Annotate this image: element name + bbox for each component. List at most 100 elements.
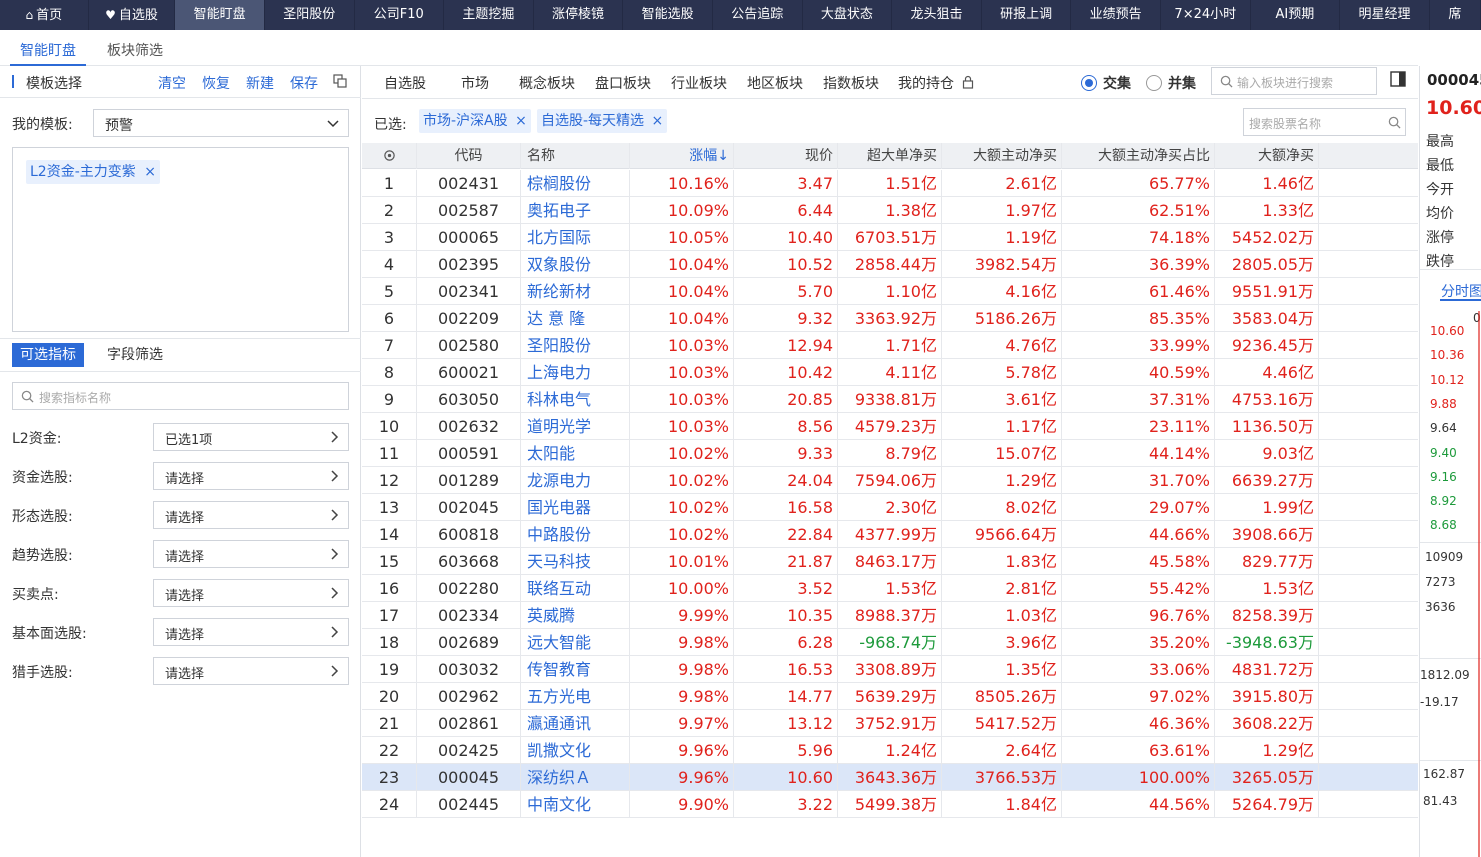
table-row[interactable]: 16 002280 联络互动 10.00% 3.52 1.53亿 2.81亿 55.42% 1.… [362, 575, 1418, 602]
subtab-smart-watch[interactable]: 智能盯盘 [20, 40, 76, 60]
table-row[interactable]: 19 003032 传智教育 9.98% 16.53 3308.89万 1.35亿 33.06… [362, 656, 1418, 683]
nav-item-15[interactable]: 明星经理 [1340, 0, 1430, 30]
plate-tab-6[interactable]: 指数板块 [823, 73, 879, 93]
header-big-active-net-buy[interactable]: 大额主动净买 [942, 143, 1062, 169]
row-name[interactable]: 联络互动 [521, 575, 630, 602]
restore-button[interactable]: 恢复 [202, 73, 230, 93]
header-big-net-buy[interactable]: 大额净买 [1215, 143, 1319, 169]
table-row[interactable]: 24 002445 中南文化 9.90% 3.22 5499.38万 1.84亿 44.56%… [362, 791, 1418, 818]
row-name[interactable]: 科林电气 [521, 386, 630, 413]
filter-select[interactable]: 已选1项 [153, 423, 349, 451]
plate-tab-5[interactable]: 地区板块 [747, 73, 803, 93]
indicator-search-input[interactable]: 搜索指标名称 [12, 382, 349, 410]
nav-item-8[interactable]: 公告追踪 [713, 0, 803, 30]
row-name[interactable]: 凯撒文化 [521, 737, 630, 764]
row-name[interactable]: 五方光电 [521, 683, 630, 710]
plate-tab-2[interactable]: 概念板块 [519, 73, 575, 93]
table-row[interactable]: 4 002395 双象股份 10.04% 10.52 2858.44万 3982.54万 36… [362, 251, 1418, 278]
filter-select[interactable]: 请选择 [153, 618, 349, 646]
subtab-plate-filter[interactable]: 板块筛选 [107, 40, 163, 60]
table-row[interactable]: 5 002341 新纶新材 10.04% 5.70 1.10亿 4.16亿 61.46% 955… [362, 278, 1418, 305]
filter-select[interactable]: 请选择 [153, 501, 349, 529]
table-row[interactable]: 18 002689 远大智能 9.98% 6.28 -968.74万 3.96亿 35.20%… [362, 629, 1418, 656]
row-name[interactable]: 中路股份 [521, 521, 630, 548]
nav-item-4[interactable]: 公司F10 [355, 0, 445, 30]
nav-item-3[interactable]: 圣阳股份 [265, 0, 355, 30]
row-name[interactable]: 太阳能 [521, 440, 630, 467]
nav-item-7[interactable]: 智能选股 [623, 0, 713, 30]
column-settings[interactable] [362, 143, 417, 169]
table-row[interactable]: 3 000065 北方国际 10.05% 10.40 6703.51万 1.19亿 74.18… [362, 224, 1418, 251]
copy-icon[interactable] [333, 74, 347, 88]
table-row[interactable]: 14 600818 中路股份 10.02% 22.84 4377.99万 9566.64万 4… [362, 521, 1418, 548]
stock-search-input[interactable]: 搜索股票名称 [1243, 108, 1406, 136]
table-row[interactable]: 10 002632 道明光学 10.03% 8.56 4579.23万 1.17亿 23.11… [362, 413, 1418, 440]
chip-remove-icon[interactable]: × [515, 113, 527, 129]
my-template-select[interactable]: 预警 [93, 109, 349, 137]
filter-select[interactable]: 请选择 [153, 579, 349, 607]
row-name[interactable]: 双象股份 [521, 251, 630, 278]
table-row[interactable]: 17 002334 英威腾 9.99% 10.35 8988.37万 1.03亿 96.76%… [362, 602, 1418, 629]
new-button[interactable]: 新建 [246, 73, 274, 93]
table-row[interactable]: 8 600021 上海电力 10.03% 10.42 4.11亿 5.78亿 40.59% 4.… [362, 359, 1418, 386]
table-row[interactable]: 21 002861 瀛通通讯 9.97% 13.12 3752.91万 5417.52万 46… [362, 710, 1418, 737]
row-name[interactable]: 达 意 隆 [521, 305, 630, 332]
nav-item-14[interactable]: AI预期 [1251, 0, 1341, 30]
table-row[interactable]: 22 002425 凯撒文化 9.96% 5.96 1.24亿 2.64亿 63.61% 1.2… [362, 737, 1418, 764]
row-name[interactable]: 瀛通通讯 [521, 710, 630, 737]
intersect-radio[interactable] [1081, 75, 1097, 91]
row-name[interactable]: 北方国际 [521, 224, 630, 251]
table-row[interactable]: 2 002587 奥拓电子 10.09% 6.44 1.38亿 1.97亿 62.51% 1.3… [362, 197, 1418, 224]
table-row[interactable]: 9 603050 科林电气 10.03% 20.85 9338.81万 3.61亿 37.31… [362, 386, 1418, 413]
header-change-pct[interactable]: 涨幅↓ [630, 143, 734, 169]
header-price[interactable]: 现价 [734, 143, 838, 169]
table-row[interactable]: 11 000591 太阳能 10.02% 9.33 8.79亿 15.07亿 44.14% 9.… [362, 440, 1418, 467]
row-name[interactable]: 圣阳股份 [521, 332, 630, 359]
row-name[interactable]: 棕榈股份 [521, 170, 630, 197]
table-row[interactable]: 7 002580 圣阳股份 10.03% 12.94 1.71亿 4.76亿 33.99% 92… [362, 332, 1418, 359]
plate-tab-4[interactable]: 行业板块 [671, 73, 727, 93]
header-super-net-buy[interactable]: 超大单净买 [838, 143, 942, 169]
row-name[interactable]: 远大智能 [521, 629, 630, 656]
filter-select[interactable]: 请选择 [153, 462, 349, 490]
plate-tab-7[interactable]: 我的持仓 [898, 73, 954, 93]
table-row[interactable]: 13 002045 国光电器 10.02% 16.58 2.30亿 8.02亿 29.07% 1… [362, 494, 1418, 521]
table-row[interactable]: 20 002962 五方光电 9.98% 14.77 5639.29万 8505.26万 97… [362, 683, 1418, 710]
row-name[interactable]: 传智教育 [521, 656, 630, 683]
nav-item-9[interactable]: 大盘状态 [803, 0, 893, 30]
filter-select[interactable]: 请选择 [153, 540, 349, 568]
plate-tab-0[interactable]: 自选股 [384, 73, 426, 93]
tag-remove-icon[interactable]: × [144, 164, 156, 180]
tab-intraday-chart[interactable]: 分时图 [1441, 281, 1481, 301]
header-big-active-ratio[interactable]: 大额主动净买占比 [1062, 143, 1215, 169]
row-name[interactable]: 深纺织Ａ [521, 764, 630, 791]
panel-toggle-icon[interactable] [1390, 71, 1406, 87]
nav-item-16[interactable]: 席 [1430, 0, 1481, 30]
row-name[interactable]: 上海电力 [521, 359, 630, 386]
row-name[interactable]: 中南文化 [521, 791, 630, 818]
row-name[interactable]: 新纶新材 [521, 278, 630, 305]
header-name[interactable]: 名称 [521, 143, 630, 169]
search-icon[interactable] [1388, 116, 1401, 129]
plate-tab-1[interactable]: 市场 [461, 73, 489, 93]
row-name[interactable]: 道明光学 [521, 413, 630, 440]
nav-item-5[interactable]: 主题挖掘 [444, 0, 534, 30]
nav-item-12[interactable]: 业绩预告 [1071, 0, 1161, 30]
filter-select[interactable]: 请选择 [153, 657, 349, 685]
table-row[interactable]: 1 002431 棕榈股份 10.16% 3.47 1.51亿 2.61亿 65.77% 1.4… [362, 170, 1418, 197]
plate-search-input[interactable]: 输入板块进行搜索 [1211, 67, 1377, 95]
chip-remove-icon[interactable]: × [652, 113, 664, 129]
tab-optional-indicators[interactable]: 可选指标 [12, 343, 84, 367]
table-row[interactable]: 23 000045 深纺织Ａ 9.96% 10.60 3643.36万 3766.53万 10… [362, 764, 1418, 791]
nav-item-2[interactable]: 智能盯盘 [175, 0, 265, 30]
clear-button[interactable]: 清空 [158, 73, 186, 93]
nav-item-6[interactable]: 涨停棱镜 [534, 0, 624, 30]
nav-item-13[interactable]: 7×24小时 [1161, 0, 1251, 30]
row-name[interactable]: 龙源电力 [521, 467, 630, 494]
save-button[interactable]: 保存 [290, 73, 318, 93]
row-name[interactable]: 天马科技 [521, 548, 630, 575]
nav-item-0[interactable]: ⌂ 首页 [0, 0, 89, 30]
row-name[interactable]: 国光电器 [521, 494, 630, 521]
plate-tab-3[interactable]: 盘口板块 [595, 73, 651, 93]
header-code[interactable]: 代码 [417, 143, 521, 169]
